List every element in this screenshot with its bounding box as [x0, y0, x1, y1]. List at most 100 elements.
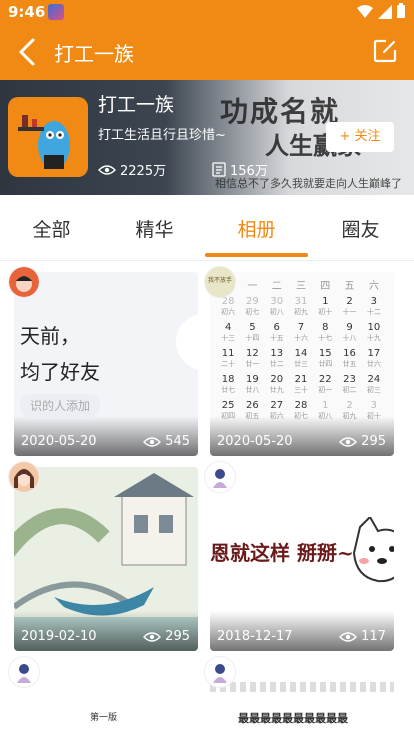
tab-indicator: [205, 253, 308, 257]
card-views: 117: [339, 629, 386, 644]
calendar-day-number: 7: [297, 322, 305, 333]
card-caption: 第一版: [90, 713, 118, 723]
calendar-lunar-date: 十八: [342, 334, 357, 342]
album-card[interactable]: 日一二三四五六 28初六29初七30初八31初九1初十2十一3十二4十三5十四6…: [210, 272, 394, 456]
calendar-day-number: 3: [370, 296, 378, 307]
calendar-day-number: 24: [367, 374, 381, 385]
page-title: 打工一族: [54, 42, 134, 66]
calendar-day: 17 廿六: [362, 346, 386, 372]
calendar-lunar-date: 初一: [318, 386, 333, 394]
card-views: 545: [143, 434, 190, 449]
avatar[interactable]: [204, 461, 236, 493]
album-card[interactable]: 第一版: [14, 662, 198, 730]
calendar-day: 14 廿三: [289, 346, 313, 372]
calendar-lunar-date: 初八: [269, 308, 284, 316]
tab-members[interactable]: 圈友: [309, 215, 412, 242]
avatar[interactable]: [8, 266, 40, 298]
document-icon: [212, 162, 226, 177]
calendar-day: 3 十二: [362, 294, 386, 320]
calendar-lunar-date: 初十: [318, 308, 333, 316]
card-text-line: 均了好友: [20, 360, 100, 384]
card-view-count: 117: [361, 629, 386, 644]
calendar-lunar-date: 廿七: [221, 386, 236, 394]
calendar-day-number: 28: [294, 400, 308, 411]
calendar-day: 9 十八: [337, 320, 361, 346]
back-arrow-icon[interactable]: [14, 36, 42, 68]
calendar-lunar-date: 初六: [221, 308, 236, 316]
calendar-lunar-date: 廿九: [269, 386, 284, 394]
calendar-day-number: 13: [270, 348, 284, 359]
calendar-weekday: 一: [247, 280, 258, 292]
card-decoration: [176, 314, 198, 370]
calendar-day: 19 廿八: [240, 372, 264, 398]
album-card[interactable]: 最最最最最最最最最最: [210, 662, 394, 730]
calendar-lunar-date: 十四: [245, 334, 260, 342]
battery-icon: [397, 3, 405, 18]
calendar-day: 21 三十: [289, 372, 313, 398]
calendar-day-number: 2: [346, 296, 353, 307]
calendar-day-number: 31: [294, 296, 308, 307]
card-view-count: 295: [361, 434, 386, 449]
calendar-day: 31 初九: [289, 294, 313, 320]
avatar[interactable]: [8, 461, 40, 493]
calendar-lunar-date: 廿五: [342, 360, 357, 368]
calendar-day: 23 初二: [337, 372, 361, 398]
calendar-lunar-date: 二十: [221, 360, 236, 368]
group-posts-stat: 156万: [212, 160, 268, 179]
avatar[interactable]: [204, 656, 236, 688]
calendar-day: 12 廿一: [240, 346, 264, 372]
calendar-day-number: 15: [318, 348, 332, 359]
group-description: 打工生活且行且珍惜~: [98, 128, 226, 143]
calendar-day-number: 16: [343, 348, 356, 359]
eye-icon: [143, 436, 162, 447]
tab-featured[interactable]: 精华: [103, 215, 206, 242]
divider: [0, 260, 414, 261]
group-posts: 156万: [230, 164, 268, 179]
calendar-day-number: 1: [322, 400, 329, 411]
calendar-lunar-date: 十六: [293, 334, 308, 342]
calendar-lunar-date: 十一: [342, 308, 357, 316]
dog-sticker-icon: [352, 517, 394, 583]
calendar-lunar-date: 十九: [366, 334, 381, 342]
calendar-lunar-date: 十七: [318, 334, 333, 342]
calendar-lunar-date: 廿二: [269, 360, 284, 368]
calendar-day: 10 十九: [362, 320, 386, 346]
calendar-day: 5 十四: [240, 320, 264, 346]
calendar-day-number: 27: [270, 400, 284, 411]
calendar-day-number: 6: [273, 322, 280, 333]
status-icons: [357, 3, 406, 23]
calendar-lunar-date: 初二: [342, 386, 357, 394]
calendar-lunar-date: 初七: [245, 308, 260, 316]
card-views: 295: [339, 434, 386, 449]
album-card[interactable]: 2019-02-10 295: [14, 467, 198, 651]
eye-icon: [339, 631, 358, 642]
tab-album[interactable]: 相册: [205, 215, 308, 242]
group-logo: [8, 97, 88, 177]
calendar-day-number: 30: [270, 296, 284, 307]
calendar-day-number: 18: [221, 374, 235, 385]
album-card[interactable]: 天前， 均了好友 识的人添加 2020-05-20 545: [14, 272, 198, 456]
calendar-day-number: 4: [224, 322, 232, 333]
card-date: 2019-02-10: [21, 629, 97, 644]
calendar-day-number: 26: [246, 400, 259, 411]
edit-icon[interactable]: [372, 38, 398, 64]
calendar-lunar-date: 廿三: [293, 360, 308, 368]
calendar-lunar-date: 廿八: [245, 386, 260, 394]
group-name: 打工一族: [98, 94, 175, 116]
follow-button[interactable]: + 关注: [326, 122, 394, 152]
calendar-day: 8 十七: [313, 320, 337, 346]
avatar[interactable]: [8, 656, 40, 688]
card-pattern: [210, 682, 394, 692]
calendar-weekday: 六: [368, 280, 379, 292]
calendar-day-number: 12: [246, 348, 259, 359]
tab-all[interactable]: 全部: [0, 215, 103, 242]
calendar-day-number: 19: [246, 374, 259, 385]
card-date: 2020-05-20: [21, 434, 97, 449]
group-views-stat: 2225万: [98, 160, 166, 179]
calendar-lunar-date: 十二: [366, 308, 381, 316]
calendar-day-number: 25: [221, 400, 235, 411]
banner-text-1: 功成名就: [220, 95, 341, 128]
calendar-day-number: 8: [322, 322, 329, 333]
avatar[interactable]: 我不放手: [204, 266, 236, 298]
album-card[interactable]: 恩就这样 掰掰~ 2018-12-17 117: [210, 467, 394, 651]
